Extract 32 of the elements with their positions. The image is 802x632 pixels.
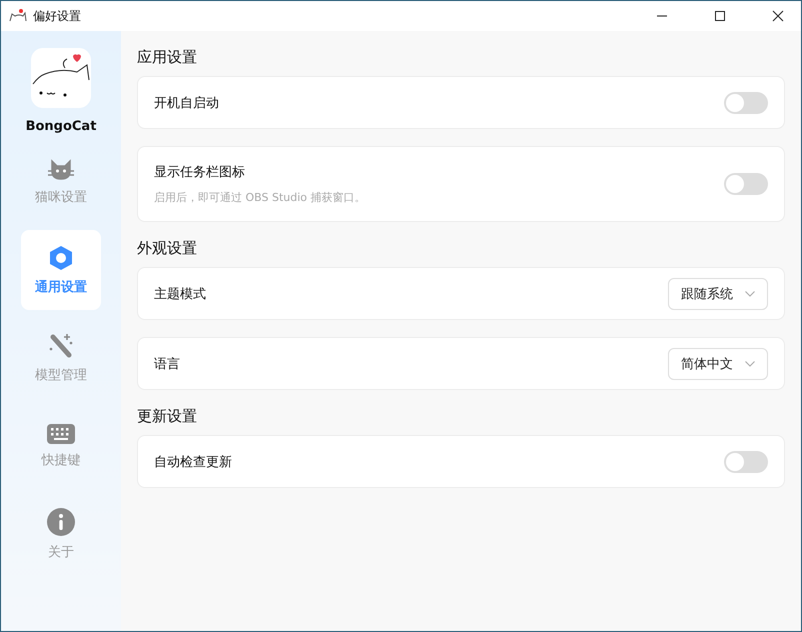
dropdown[interactable]: 跟随系统 [668, 278, 768, 310]
chevron-down-icon [745, 360, 755, 366]
toggle-switch[interactable] [724, 450, 768, 472]
section-heading: 应用设置 [137, 48, 198, 67]
maximize-icon[interactable] [714, 10, 726, 22]
app-name: BongoCat [26, 119, 96, 134]
chevron-down-icon [745, 290, 755, 296]
keyboard-icon [47, 424, 75, 444]
setting-label: 开机自启动 [154, 94, 220, 112]
close-icon[interactable] [772, 10, 784, 22]
info-icon [47, 508, 75, 536]
setting-label: 自动检查更新 [154, 454, 233, 470]
setting-label: 主题模式 [154, 286, 207, 302]
toggle-switch[interactable] [724, 92, 768, 114]
cat-icon [48, 158, 74, 180]
section-heading: 外观设置 [137, 239, 198, 258]
nav-item[interactable]: 猫咪设置 [21, 142, 101, 222]
nav-item[interactable]: 关于 [21, 494, 101, 574]
toggle-switch[interactable] [724, 173, 768, 195]
setting-description: 启用后，即可通过 OBS Studio 捕获窗口。 [154, 190, 367, 205]
cat-logo-icon [9, 8, 27, 24]
nav-item[interactable]: 快捷键 [21, 406, 101, 486]
setting-label: 显示任务栏图标 [154, 164, 246, 181]
cat-logo-icon [31, 48, 91, 108]
section-heading: 更新设置 [137, 407, 198, 426]
hexagon-icon [48, 244, 74, 270]
dropdown[interactable]: 简体中文 [668, 348, 768, 380]
nav-item[interactable]: 模型管理 [21, 318, 101, 398]
nav-item[interactable]: 通用设置 [21, 230, 101, 310]
window-title: 偏好设置 [33, 8, 81, 24]
magic-wand-icon [48, 332, 74, 358]
setting-label: 语言 [154, 356, 181, 372]
